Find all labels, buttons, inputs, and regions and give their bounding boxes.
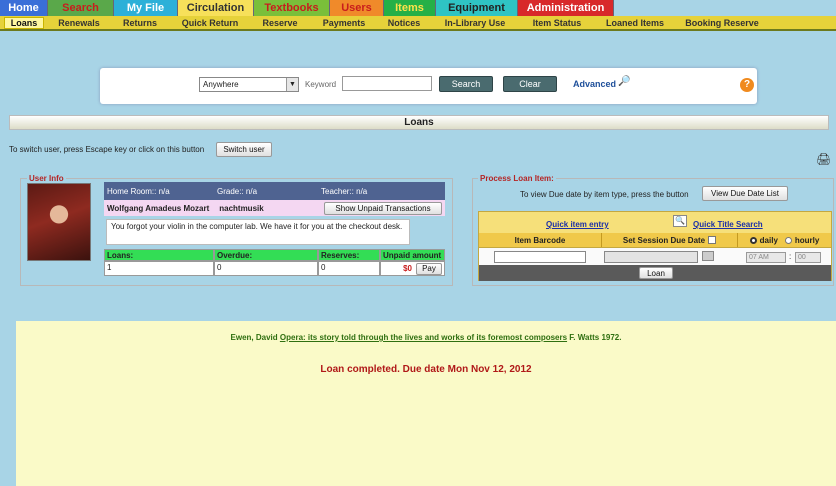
overdue-count: 0: [214, 261, 318, 276]
hour-select[interactable]: 07 AM: [746, 252, 786, 263]
tab-loaned-items[interactable]: Loaned Items: [590, 18, 680, 28]
keyword-label: Keyword: [305, 80, 337, 89]
nav-users[interactable]: Users: [330, 0, 384, 16]
item-title-link[interactable]: Opera: its story told through the lives …: [280, 333, 567, 342]
nav-administration[interactable]: Administration: [518, 0, 614, 16]
switch-user-button[interactable]: Switch user: [216, 142, 272, 157]
col-loans: Loans:: [104, 249, 214, 261]
nav-textbooks[interactable]: Textbooks: [254, 0, 330, 16]
loan-entry-form: Quick item entry 🔍 Quick Title Search It…: [478, 211, 832, 281]
tab-notices[interactable]: Notices: [382, 18, 426, 28]
loan-form-header: Item Barcode Set Session Due Date daily …: [479, 233, 831, 247]
nav-home[interactable]: Home: [0, 0, 48, 16]
daily-radio[interactable]: [749, 236, 757, 244]
home-room: Home Room:: n/a: [107, 186, 170, 196]
item-barcode-input[interactable]: [494, 251, 586, 263]
daily-label: daily: [759, 235, 778, 245]
session-due-date-input[interactable]: [604, 251, 698, 263]
quick-item-entry-link[interactable]: Quick item entry: [546, 220, 609, 229]
user-name: Wolfgang Amadeus Mozart: [107, 203, 210, 213]
view-due-date-list-button[interactable]: View Due Date List: [702, 186, 788, 201]
user-username: nachtmusik: [219, 203, 264, 213]
session-due-label: Set Session Due Date: [622, 235, 706, 245]
hourly-radio[interactable]: [784, 236, 792, 244]
tab-booking-reserve[interactable]: Booking Reserve: [680, 18, 764, 28]
search-bar: Anywhere ▼ Keyword Search Clear Advanced…: [100, 68, 757, 104]
period-radios: daily hourly: [738, 233, 831, 247]
col-session-due-date: Set Session Due Date: [602, 233, 738, 247]
chevron-down-icon: ▼: [286, 78, 298, 91]
tab-item-status[interactable]: Item Status: [524, 18, 590, 28]
due-date-tip: To view Due date by item type, press the…: [520, 190, 689, 199]
search-button[interactable]: Search: [439, 76, 493, 92]
keyword-input[interactable]: [342, 76, 432, 91]
col-overdue: Overdue:: [214, 249, 318, 261]
col-item-barcode: Item Barcode: [479, 233, 602, 247]
teacher: Teacher:: n/a: [321, 186, 368, 196]
loans-count: 1: [104, 261, 214, 276]
switch-user-instructions: To switch user, press Escape key or clic…: [9, 145, 205, 154]
nav-equipment[interactable]: Equipment: [436, 0, 518, 16]
nav-search[interactable]: Search: [48, 0, 114, 16]
nav-circulation[interactable]: Circulation: [178, 0, 254, 16]
reserves-count: 0: [318, 261, 380, 276]
process-loan-legend: Process Loan Item:: [478, 174, 556, 183]
session-due-checkbox[interactable]: [708, 236, 717, 244]
page-title: Loans: [9, 115, 829, 130]
user-stats-table: Loans: Overdue: Reserves: Unpaid amount …: [104, 249, 445, 276]
table-header: Loans: Overdue: Reserves: Unpaid amount: [104, 249, 445, 261]
loan-status-message: Loan completed. Due date Mon Nov 12, 201…: [320, 364, 532, 375]
table-row: 1 0 0 $0 Pay: [104, 261, 445, 276]
quick-title-search-link[interactable]: Quick Title Search: [693, 220, 763, 229]
printer-icon[interactable]: 🖨: [816, 152, 832, 166]
main-nav: Home Search My File Circulation Textbook…: [0, 0, 836, 16]
tab-reserve[interactable]: Reserve: [254, 18, 306, 28]
tab-loans[interactable]: Loans: [4, 16, 44, 29]
user-details-header: Home Room:: n/a Grade:: n/a Teacher:: n/…: [104, 182, 445, 200]
tab-quick-return[interactable]: Quick Return: [166, 18, 254, 28]
search-scope-select[interactable]: Anywhere ▼: [199, 77, 299, 92]
circulation-subnav: Loans Renewals Returns Quick Return Rese…: [0, 16, 836, 31]
clear-button[interactable]: Clear: [503, 76, 557, 92]
magnifier-icon[interactable]: 🔍: [673, 215, 687, 227]
help-icon[interactable]: ?: [740, 78, 754, 92]
nav-my-file[interactable]: My File: [114, 0, 178, 16]
item-author: Ewen, David: [230, 333, 278, 342]
show-unpaid-button[interactable]: Show Unpaid Transactions: [324, 202, 442, 215]
pay-button[interactable]: Pay: [416, 262, 442, 275]
loan-result-panel: Ewen, David Opera: its story told throug…: [16, 321, 836, 486]
advanced-search-link[interactable]: Advanced: [573, 79, 616, 89]
col-unpaid: Unpaid amount: [380, 249, 445, 261]
loan-form-row: 07 AM : 00: [479, 247, 831, 265]
minute-select[interactable]: 00: [795, 252, 821, 263]
hourly-label: hourly: [794, 235, 820, 245]
unpaid-cell: $0 Pay: [380, 261, 445, 276]
user-info-legend: User Info: [27, 174, 66, 183]
user-photo: [27, 183, 91, 261]
unpaid-amount: $0: [403, 264, 412, 273]
tab-in-library-use[interactable]: In-Library Use: [426, 18, 524, 28]
search-scope-value: Anywhere: [203, 80, 239, 89]
loan-button[interactable]: Loan: [639, 267, 673, 279]
item-citation: Ewen, David Opera: its story told throug…: [16, 333, 836, 342]
tab-returns[interactable]: Returns: [114, 18, 166, 28]
nav-items[interactable]: Items: [384, 0, 436, 16]
magnifier-icon[interactable]: 🔎: [618, 76, 630, 87]
tab-renewals[interactable]: Renewals: [44, 18, 114, 28]
tab-payments[interactable]: Payments: [306, 18, 382, 28]
grade: Grade:: n/a: [217, 186, 258, 196]
user-note: You forgot your violin in the computer l…: [106, 219, 410, 245]
calendar-icon[interactable]: [702, 251, 714, 261]
time-separator: :: [789, 252, 792, 261]
loan-form-footer: Loan: [479, 265, 831, 281]
item-publisher: F. Watts 1972.: [569, 333, 622, 342]
col-reserves: Reserves:: [318, 249, 380, 261]
